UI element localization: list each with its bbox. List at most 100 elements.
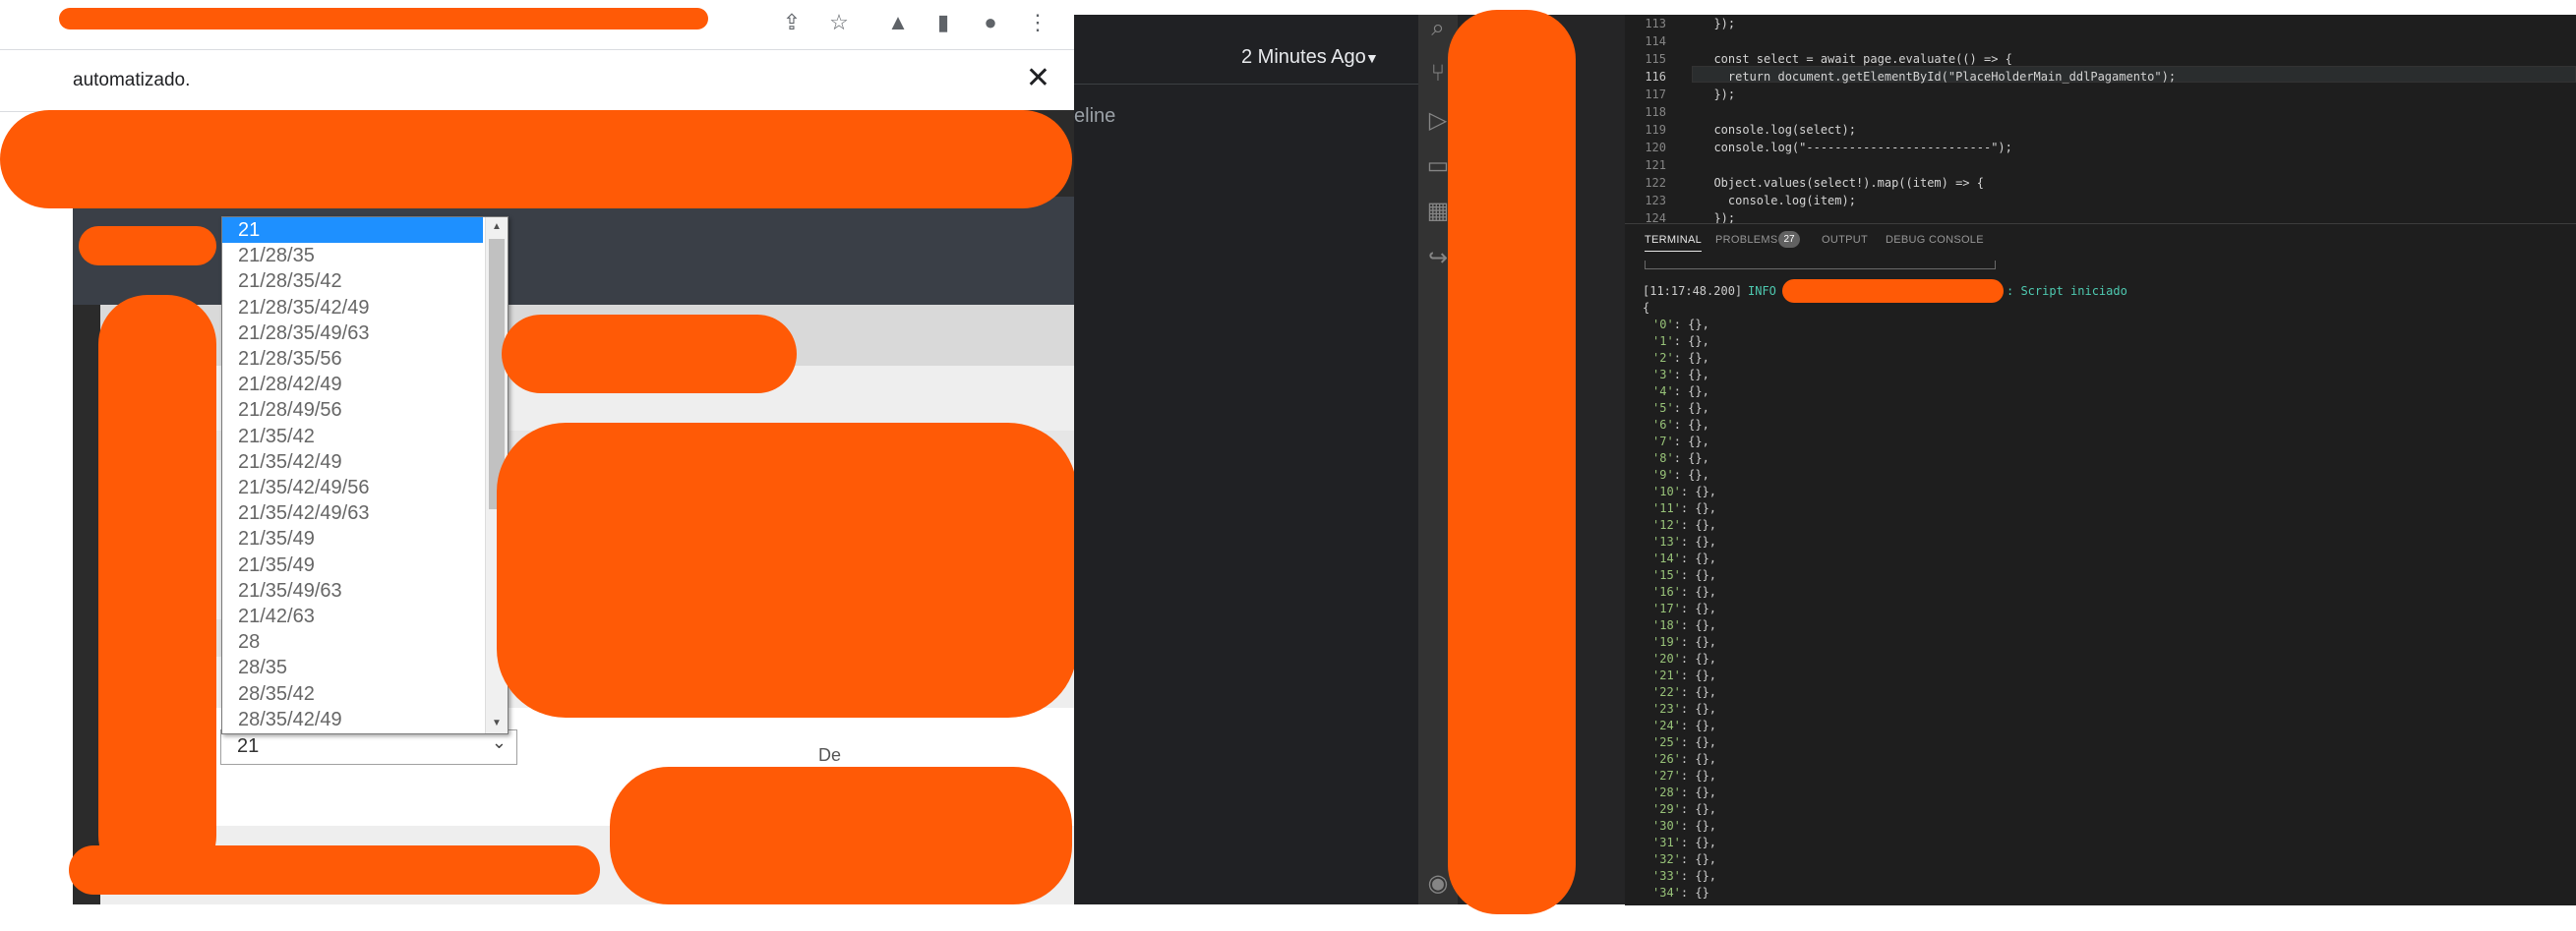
terminal-entry: '15': {}, — [1652, 568, 1717, 582]
terminal-entry: '33': {}, — [1652, 869, 1717, 883]
explorer-sidebar — [1448, 10, 1625, 914]
terminal-entry: '2': {}, — [1652, 351, 1709, 365]
timeline-label: eline — [1074, 105, 1116, 127]
chevron-down-icon: ⌄ — [491, 732, 507, 752]
line-number: 118 — [1645, 105, 1666, 119]
scroll-up-arrow-icon[interactable]: ▲ — [486, 217, 508, 237]
line-number: 115 — [1645, 52, 1666, 66]
terminal-entry: '24': {}, — [1652, 719, 1717, 732]
dropdown-option[interactable]: 21/28/42/49 — [222, 372, 483, 397]
line-number: 121 — [1645, 158, 1666, 172]
close-icon[interactable]: ✕ — [1026, 62, 1050, 95]
line-number: 119 — [1645, 123, 1666, 137]
tab-problems[interactable]: PROBLEMS — [1715, 234, 1778, 246]
scroll-down-arrow-icon[interactable]: ▼ — [486, 714, 508, 733]
dropdown-option[interactable]: 21/28/35 — [222, 243, 483, 268]
open-brace: { — [1643, 301, 1650, 315]
line-number: 116 — [1645, 70, 1666, 84]
terminal-entry: '22': {}, — [1652, 685, 1717, 699]
dropdown-option[interactable]: 21/28/35/56 — [222, 346, 483, 372]
caret-down-icon[interactable]: ▼ — [1365, 50, 1379, 66]
terminal-entry: '29': {}, — [1652, 802, 1717, 816]
divider — [1074, 84, 1418, 85]
dropdown-option[interactable]: 28 — [222, 629, 483, 655]
tab-debug-console[interactable]: DEBUG CONSOLE — [1886, 234, 1984, 246]
log-message: : Script iniciado — [2007, 284, 2127, 298]
app-panel: 2 Minutes Ago ▼ eline — [1074, 15, 1418, 904]
terminal-entry: '19': {}, — [1652, 635, 1717, 649]
automation-infobar: automatizado. ✕ — [0, 49, 1074, 112]
terminal-entry: '17': {}, — [1652, 602, 1717, 615]
code-line: return document.getElementById("PlaceHol… — [1700, 70, 2177, 84]
terminal-entry: '23': {}, — [1652, 702, 1717, 716]
dropdown-option[interactable]: 21/35/42/49/56 — [222, 475, 483, 500]
terminal-entry: '6': {}, — [1652, 418, 1709, 432]
code-line: const select = await page.evaluate(() =>… — [1700, 52, 2012, 66]
search-icon[interactable]: ⌕ — [1424, 15, 1452, 42]
select-value: 21 — [237, 735, 260, 757]
menu-icon[interactable]: ⋮ — [1023, 8, 1052, 37]
line-number: 117 — [1645, 87, 1666, 101]
bottom-panel: TERMINAL PROBLEMS 27 OUTPUT DEBUG CONSOL… — [1625, 223, 2576, 905]
dropdown-option[interactable]: 21/35/42/49/63 — [222, 500, 483, 526]
terminal-entry: '4': {}, — [1652, 384, 1709, 398]
line-number: 113 — [1645, 17, 1666, 30]
dropdown-option[interactable]: 21/35/49 — [222, 526, 483, 552]
dropdown-option[interactable]: 21/28/49/56 — [222, 397, 483, 423]
dropdown-option[interactable]: 28/35/42 — [222, 681, 483, 707]
time-filter[interactable]: 2 Minutes Ago — [1241, 46, 1366, 69]
terminal-entry: '8': {}, — [1652, 451, 1709, 465]
terminal-entry: '13': {}, — [1652, 535, 1717, 549]
tab-output[interactable]: OUTPUT — [1822, 234, 1868, 246]
dropdown-option[interactable]: 21/35/42 — [222, 424, 483, 449]
tab-terminal[interactable]: TERMINAL — [1645, 234, 1703, 252]
dropdown-option[interactable]: 21/42/63 — [222, 604, 483, 629]
browser-window: ⇪ ☆ ▲ ▮ ● ⋮ automatizado. ✕ 21 ⌄ De 21 21… — [0, 0, 1074, 931]
terminal-entry: '10': {}, — [1652, 485, 1717, 498]
dropdown-option[interactable]: 21/35/49/63 — [222, 578, 483, 604]
star-icon[interactable]: ☆ — [824, 8, 854, 37]
line-number: 114 — [1645, 34, 1666, 48]
line-number: 124 — [1645, 211, 1666, 223]
terminal-entry: '12': {}, — [1652, 518, 1717, 532]
dropdown-option[interactable]: 28/35/42/49 — [222, 707, 483, 732]
terminal-entry: '20': {}, — [1652, 652, 1717, 666]
account-icon[interactable]: ◉ — [1424, 870, 1452, 898]
terminal-entry: '14': {}, — [1652, 552, 1717, 565]
select-dropdown-list[interactable]: 21 21/28/35 21/28/35/42 21/28/35/42/49 21/28… — [221, 216, 509, 734]
dropdown-option[interactable]: 21 — [222, 217, 483, 243]
log-time: [11:17:48.200] — [1643, 284, 1743, 298]
field-label: De — [818, 745, 842, 765]
code-editor[interactable]: 113 }); 114 115 const select = await page.… — [1625, 15, 2576, 223]
terminal-entry: '28': {}, — [1652, 786, 1717, 799]
terminal-entry: '27': {}, — [1652, 769, 1717, 783]
share-icon[interactable]: ⇪ — [777, 8, 807, 37]
dropdown-option[interactable]: 21/35/49 — [222, 553, 483, 578]
dropdown-option[interactable]: 21/28/35/49/63 — [222, 320, 483, 346]
dropdown-option[interactable]: 21/28/35/42 — [222, 268, 483, 294]
dropdown-option[interactable]: 21/35/42/49 — [222, 449, 483, 475]
terminal-entry: '9': {}, — [1652, 468, 1709, 482]
terminal-entry: '18': {}, — [1652, 618, 1717, 632]
terminal-entry: '21': {}, — [1652, 669, 1717, 682]
terminal-entry: '11': {}, — [1652, 501, 1717, 515]
terminal-entry: '1': {}, — [1652, 334, 1709, 348]
terminal-entry: '31': {}, — [1652, 836, 1717, 849]
line-number: 123 — [1645, 194, 1666, 207]
terminal-entry: '7': {}, — [1652, 435, 1709, 448]
code-line: }); — [1700, 211, 1736, 223]
terminal-entry: '5': {}, — [1652, 401, 1709, 415]
code-line: }); — [1700, 17, 1736, 30]
code-line: console.log(item); — [1700, 194, 1856, 207]
terminal-entry: '25': {}, — [1652, 735, 1717, 749]
extensions-icon[interactable]: ▲ — [883, 8, 913, 37]
pagamento-select[interactable]: 21 ⌄ — [220, 729, 517, 765]
terminal-frame — [1645, 261, 1996, 269]
profile-icon[interactable]: ● — [976, 8, 1005, 37]
terminal-entry: '3': {}, — [1652, 368, 1709, 381]
terminal-entry: '34': {} — [1652, 886, 1709, 900]
dropdown-option[interactable]: 28/35 — [222, 655, 483, 680]
reading-list-icon[interactable]: ▮ — [929, 8, 958, 37]
dropdown-option[interactable]: 21/28/35/42/49 — [222, 295, 483, 320]
infobar-text: automatizado. — [73, 70, 191, 90]
